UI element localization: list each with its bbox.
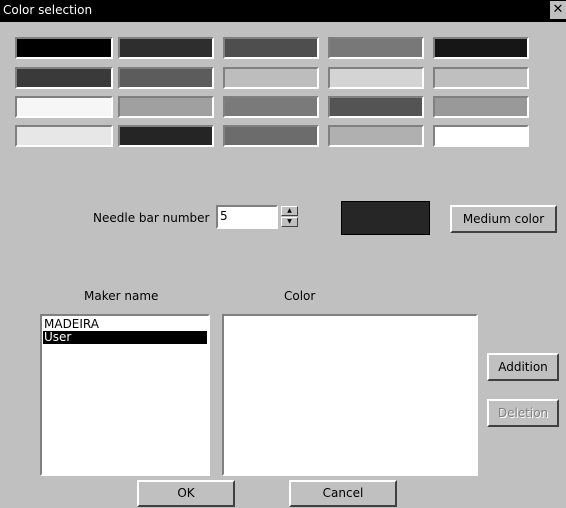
needle-color-preview <box>341 201 430 235</box>
color-swatch[interactable] <box>223 37 319 59</box>
color-swatch[interactable] <box>118 67 214 89</box>
color-swatch[interactable] <box>328 37 424 59</box>
color-swatch[interactable] <box>15 67 113 89</box>
needle-bar-input[interactable]: 5 <box>216 205 278 229</box>
color-swatch[interactable] <box>223 67 319 89</box>
close-icon: ✕ <box>552 2 564 17</box>
list-item[interactable]: User <box>43 331 207 344</box>
color-swatch[interactable] <box>433 96 529 118</box>
color-swatch[interactable] <box>15 125 113 147</box>
color-swatch[interactable] <box>223 96 319 118</box>
spin-down-button[interactable]: ▼ <box>281 217 298 227</box>
color-swatch[interactable] <box>328 96 424 118</box>
color-swatch[interactable] <box>328 67 424 89</box>
spin-down-icon: ▼ <box>287 218 292 225</box>
color-swatch[interactable] <box>118 96 214 118</box>
title-bar[interactable]: Color selection ✕ <box>0 0 566 22</box>
spin-up-button[interactable]: ▲ <box>281 206 298 216</box>
color-swatch[interactable] <box>118 125 214 147</box>
close-button[interactable]: ✕ <box>550 1 566 19</box>
spin-up-icon: ▲ <box>287 207 292 214</box>
dialog-title: Color selection <box>3 3 93 17</box>
ok-button[interactable]: OK <box>137 480 235 507</box>
color-swatch[interactable] <box>15 96 113 118</box>
addition-button[interactable]: Addition <box>487 353 559 381</box>
cancel-button[interactable]: Cancel <box>289 480 397 507</box>
color-swatch[interactable] <box>223 125 319 147</box>
needle-bar-value: 5 <box>220 209 228 223</box>
maker-name-header: Maker name <box>84 289 159 303</box>
color-swatch[interactable] <box>118 37 214 59</box>
deletion-button[interactable]: Deletion <box>487 399 559 427</box>
color-list-header: Color <box>284 289 316 303</box>
color-selection-dialog: Color selection ✕ Needle bar number 5 ▲ … <box>0 0 566 508</box>
color-list[interactable] <box>222 314 478 476</box>
color-swatch[interactable] <box>15 37 113 59</box>
needle-bar-label: Needle bar number <box>93 211 210 225</box>
color-swatch[interactable] <box>433 37 529 59</box>
medium-color-button[interactable]: Medium color <box>450 205 557 233</box>
color-swatch[interactable] <box>328 125 424 147</box>
maker-name-list[interactable]: MADEIRA User <box>40 314 210 476</box>
color-swatch[interactable] <box>433 125 529 147</box>
color-swatch[interactable] <box>433 67 529 89</box>
